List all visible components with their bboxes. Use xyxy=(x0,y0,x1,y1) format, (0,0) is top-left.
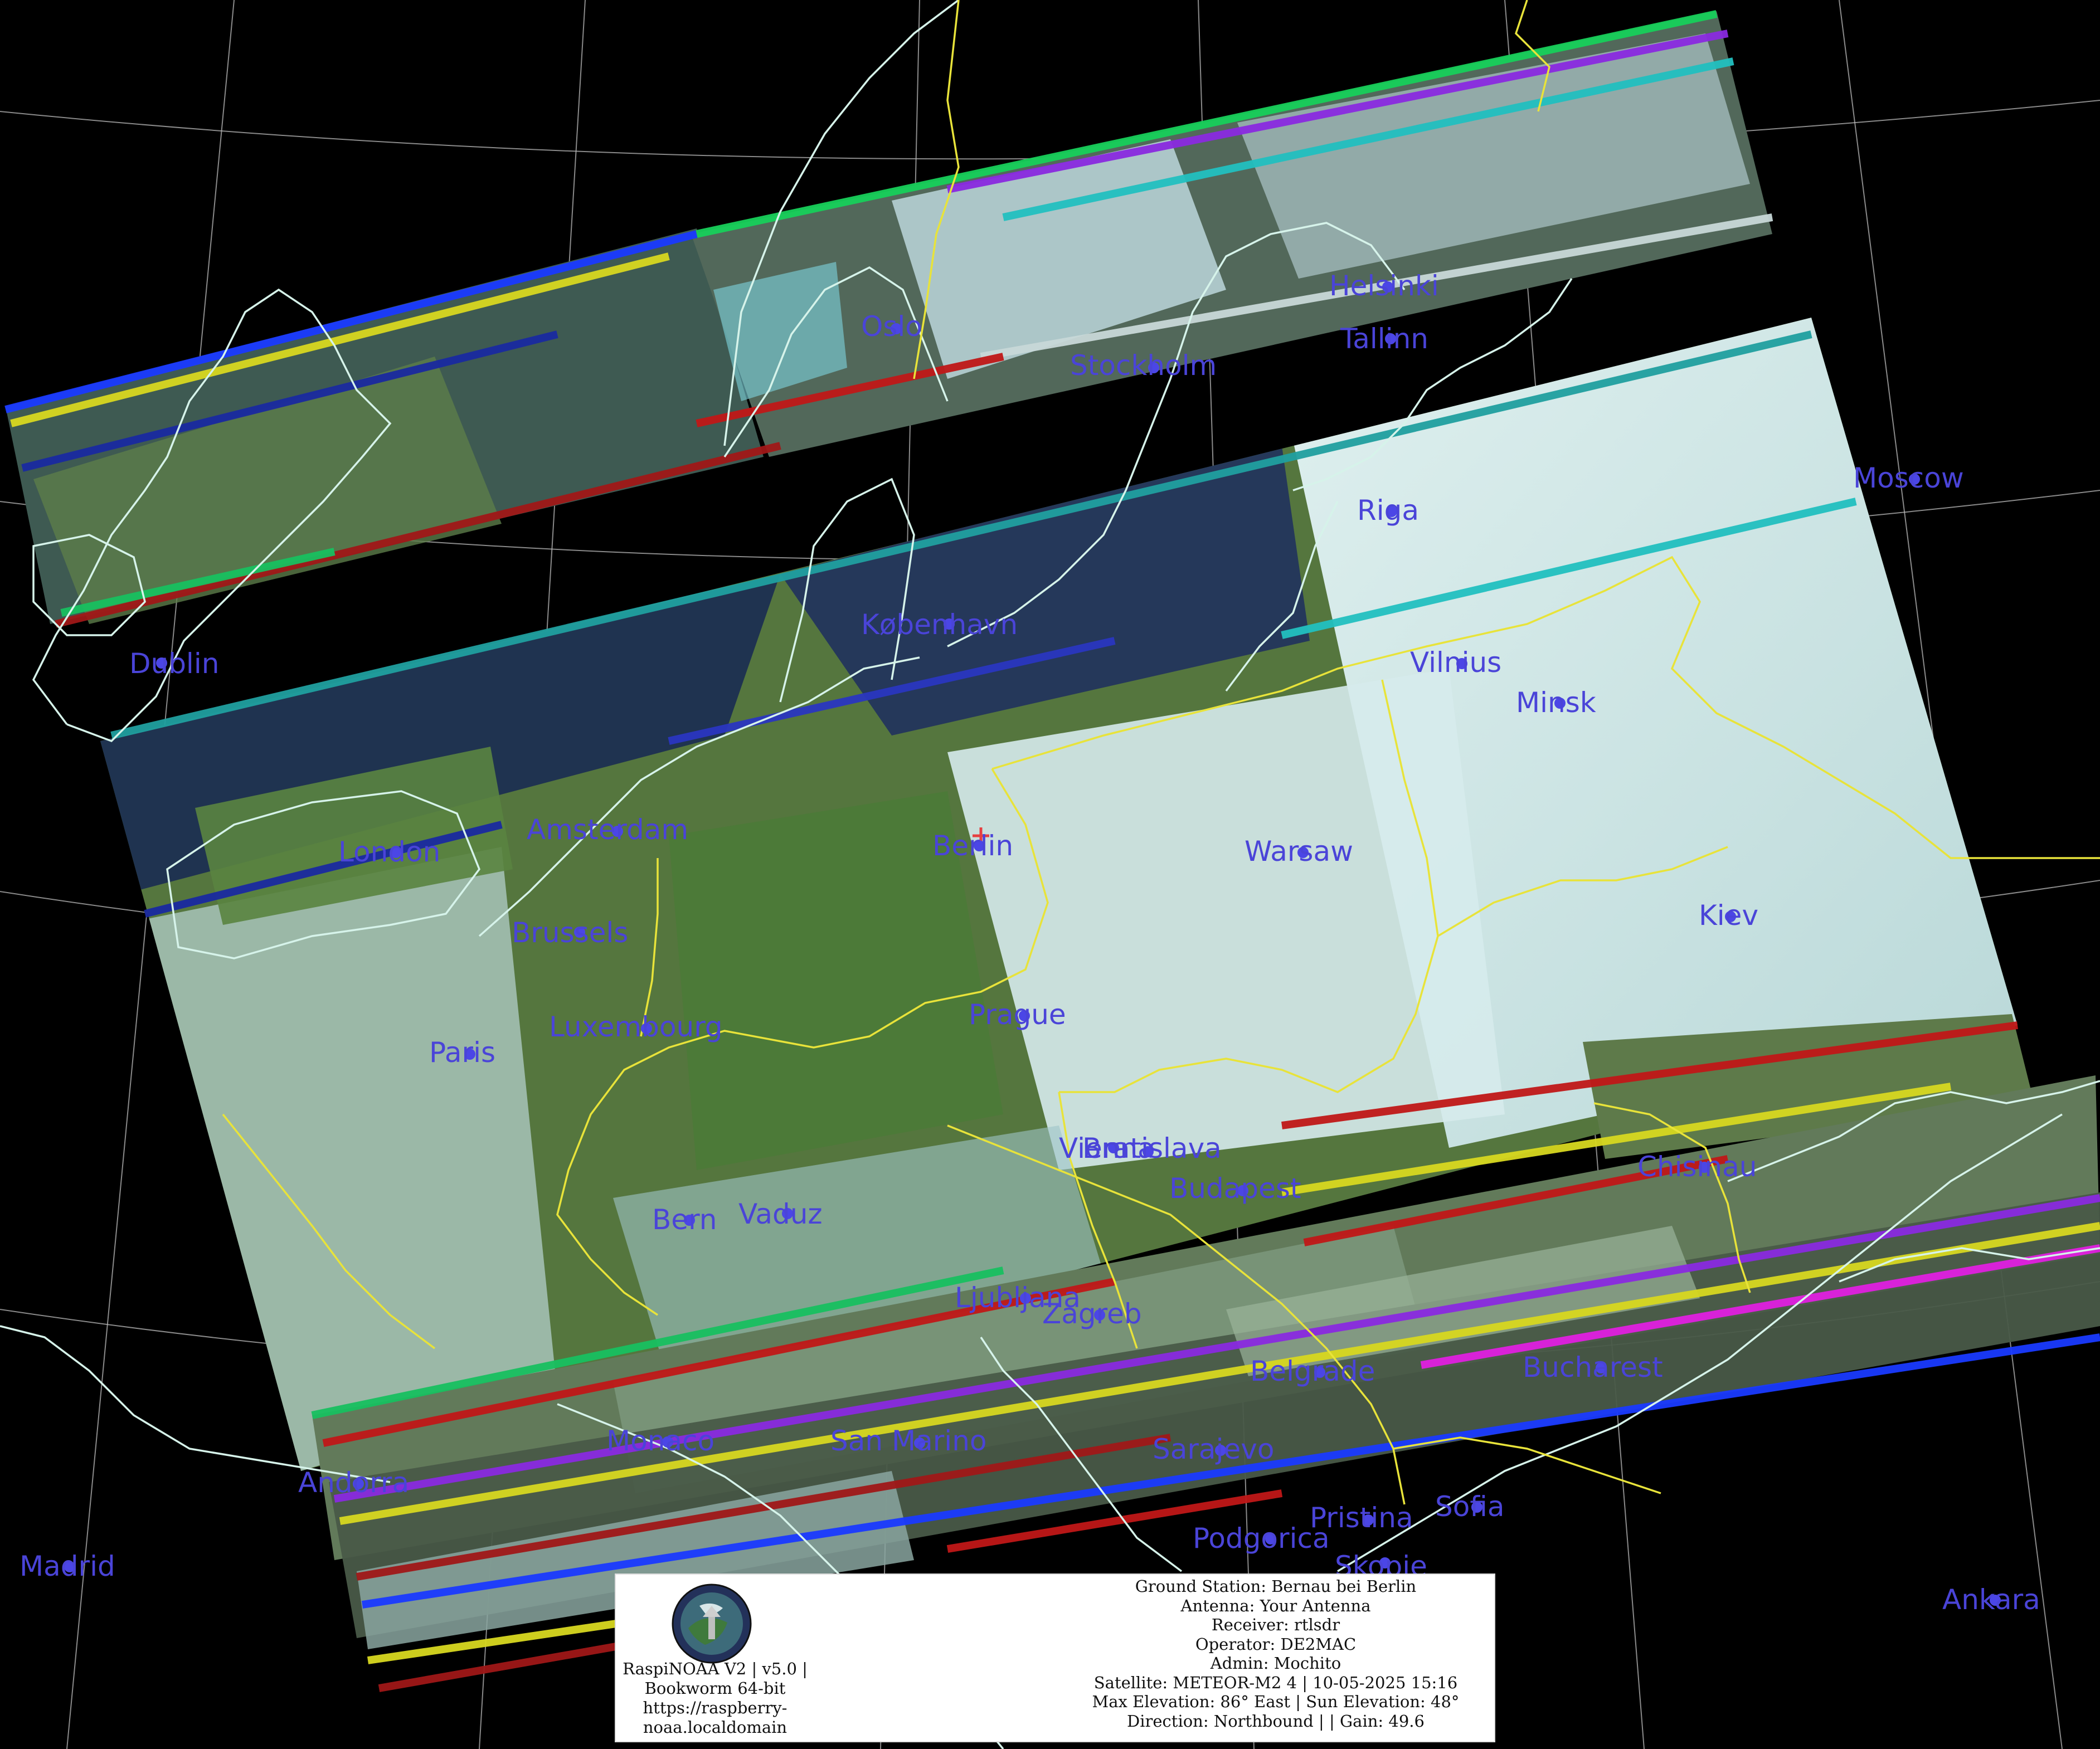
city-label: Monaco xyxy=(606,1425,714,1457)
city-luxembourg: Luxembourg xyxy=(549,1011,723,1043)
software-line-1: RaspiNOAA V2 | v5.0 | xyxy=(623,1659,808,1678)
city-k-benhavn: København xyxy=(861,608,1018,641)
receiver-line: Receiver: rtlsdr xyxy=(1211,1615,1340,1634)
city-label: Bern xyxy=(652,1204,717,1236)
raspinoaa-logo xyxy=(672,1584,752,1664)
city-label: Sofia xyxy=(1435,1490,1504,1523)
city-label: Paris xyxy=(429,1036,495,1069)
city-moscow: Moscow xyxy=(1853,462,1964,494)
city-paris: Paris xyxy=(429,1036,495,1069)
city-label: Ankara xyxy=(1942,1584,2040,1616)
city-sofia: Sofia xyxy=(1435,1490,1504,1523)
city-label: Belgrade xyxy=(1250,1355,1375,1387)
direction-gain-line: Direction: Northbound | | Gain: 49.6 xyxy=(1127,1711,1425,1731)
city-monaco: Monaco xyxy=(606,1425,714,1457)
city-riga: Riga xyxy=(1357,494,1419,527)
city-label: Moscow xyxy=(1853,462,1964,494)
city-san-marino: San Marino xyxy=(830,1425,986,1457)
software-line-4: noaa.localdomain xyxy=(643,1718,788,1737)
city-label: Luxembourg xyxy=(549,1011,723,1043)
city-oslo: Oslo xyxy=(861,310,922,343)
city-label: Sarajevo xyxy=(1153,1433,1274,1465)
city-label: Oslo xyxy=(861,310,922,343)
city-label: Zagreb xyxy=(1042,1298,1142,1330)
city-label: Amsterdam xyxy=(527,813,688,846)
city-label: Chisinau xyxy=(1637,1151,1757,1183)
city-london: London xyxy=(338,836,440,868)
city-label: Riga xyxy=(1357,494,1419,527)
info-panel: RaspiNOAA V2 | v5.0 | Bookworm 64-bit ht… xyxy=(615,1573,1495,1742)
satellite-line: Satellite: METEOR-M2 4 | 10-05-2025 15:1… xyxy=(1093,1673,1458,1692)
antenna-line: Antenna: Your Antenna xyxy=(1180,1596,1371,1615)
city-vilnius: Vilnius xyxy=(1410,646,1501,679)
city-label: Vaduz xyxy=(738,1198,823,1230)
operator-line: Operator: DE2MAC xyxy=(1195,1634,1357,1654)
city-label: Prague xyxy=(969,998,1066,1031)
city-zagreb: Zagreb xyxy=(1042,1298,1142,1330)
city-label: Podgorica xyxy=(1193,1522,1330,1555)
city-label: Tallinn xyxy=(1340,323,1428,355)
ground-station-line: Ground Station: Bernau bei Berlin xyxy=(1135,1577,1417,1596)
pass-details: Ground Station: Bernau bei Berlin Antenn… xyxy=(1062,1577,1490,1731)
city-kiev: Kiev xyxy=(1699,899,1758,932)
city-podgorica: Podgorica xyxy=(1193,1522,1330,1555)
city-andorra: Andorra xyxy=(298,1467,409,1499)
city-label: Bratislava xyxy=(1082,1132,1222,1165)
city-berlin: Berlin xyxy=(932,830,1013,862)
city-label: Berlin xyxy=(932,830,1013,862)
city-madrid: Madrid xyxy=(20,1550,115,1582)
city-label: Andorra xyxy=(298,1467,409,1499)
city-ankara: Ankara xyxy=(1942,1584,2040,1616)
city-brussels: Brussels xyxy=(512,917,628,949)
city-budapest: Budapest xyxy=(1169,1172,1301,1205)
city-helsinki: Helsinki xyxy=(1329,270,1439,302)
city-bratislava: Bratislava xyxy=(1082,1132,1222,1165)
city-stockholm: Stockholm xyxy=(1070,349,1217,382)
city-warsaw: Warsaw xyxy=(1245,835,1353,868)
city-belgrade: Belgrade xyxy=(1250,1355,1375,1387)
city-vaduz: Vaduz xyxy=(738,1198,823,1230)
city-label: København xyxy=(861,608,1018,641)
admin-line: Admin: Mochito xyxy=(1210,1654,1341,1673)
city-label: Kiev xyxy=(1699,899,1758,932)
city-label: San Marino xyxy=(830,1425,986,1457)
city-label: Vilnius xyxy=(1410,646,1501,679)
city-sarajevo: Sarajevo xyxy=(1153,1433,1274,1465)
city-dublin: Dublin xyxy=(129,647,219,680)
city-label: Helsinki xyxy=(1329,270,1439,302)
city-label: Bucharest xyxy=(1523,1351,1663,1383)
city-label: Warsaw xyxy=(1245,835,1353,868)
software-line-3: https://raspberry- xyxy=(643,1698,788,1717)
city-label: Minsk xyxy=(1516,686,1596,719)
city-prague: Prague xyxy=(969,998,1066,1031)
satellite-map: Helsinki Oslo Stockholm Tallinn Moscow Riga Kø… xyxy=(0,0,2100,1749)
city-amsterdam: Amsterdam xyxy=(527,813,688,846)
city-label: Stockholm xyxy=(1070,349,1217,382)
elevation-line: Max Elevation: 86° East | Sun Elevation:… xyxy=(1092,1692,1460,1711)
station-software-info: RaspiNOAA V2 | v5.0 | Bookworm 64-bit ht… xyxy=(616,1659,814,1737)
software-line-2: Bookworm 64-bit xyxy=(644,1679,786,1698)
city-bern: Bern xyxy=(652,1204,717,1236)
city-label: Budapest xyxy=(1169,1172,1301,1205)
city-label: Brussels xyxy=(512,917,628,949)
city-chisinau: Chisinau xyxy=(1637,1151,1757,1183)
city-label: Dublin xyxy=(129,647,219,680)
city-minsk: Minsk xyxy=(1516,686,1596,719)
city-label: Madrid xyxy=(20,1550,115,1582)
city-bucharest: Bucharest xyxy=(1523,1351,1663,1383)
city-label: London xyxy=(338,836,440,868)
city-tallinn: Tallinn xyxy=(1340,323,1428,355)
